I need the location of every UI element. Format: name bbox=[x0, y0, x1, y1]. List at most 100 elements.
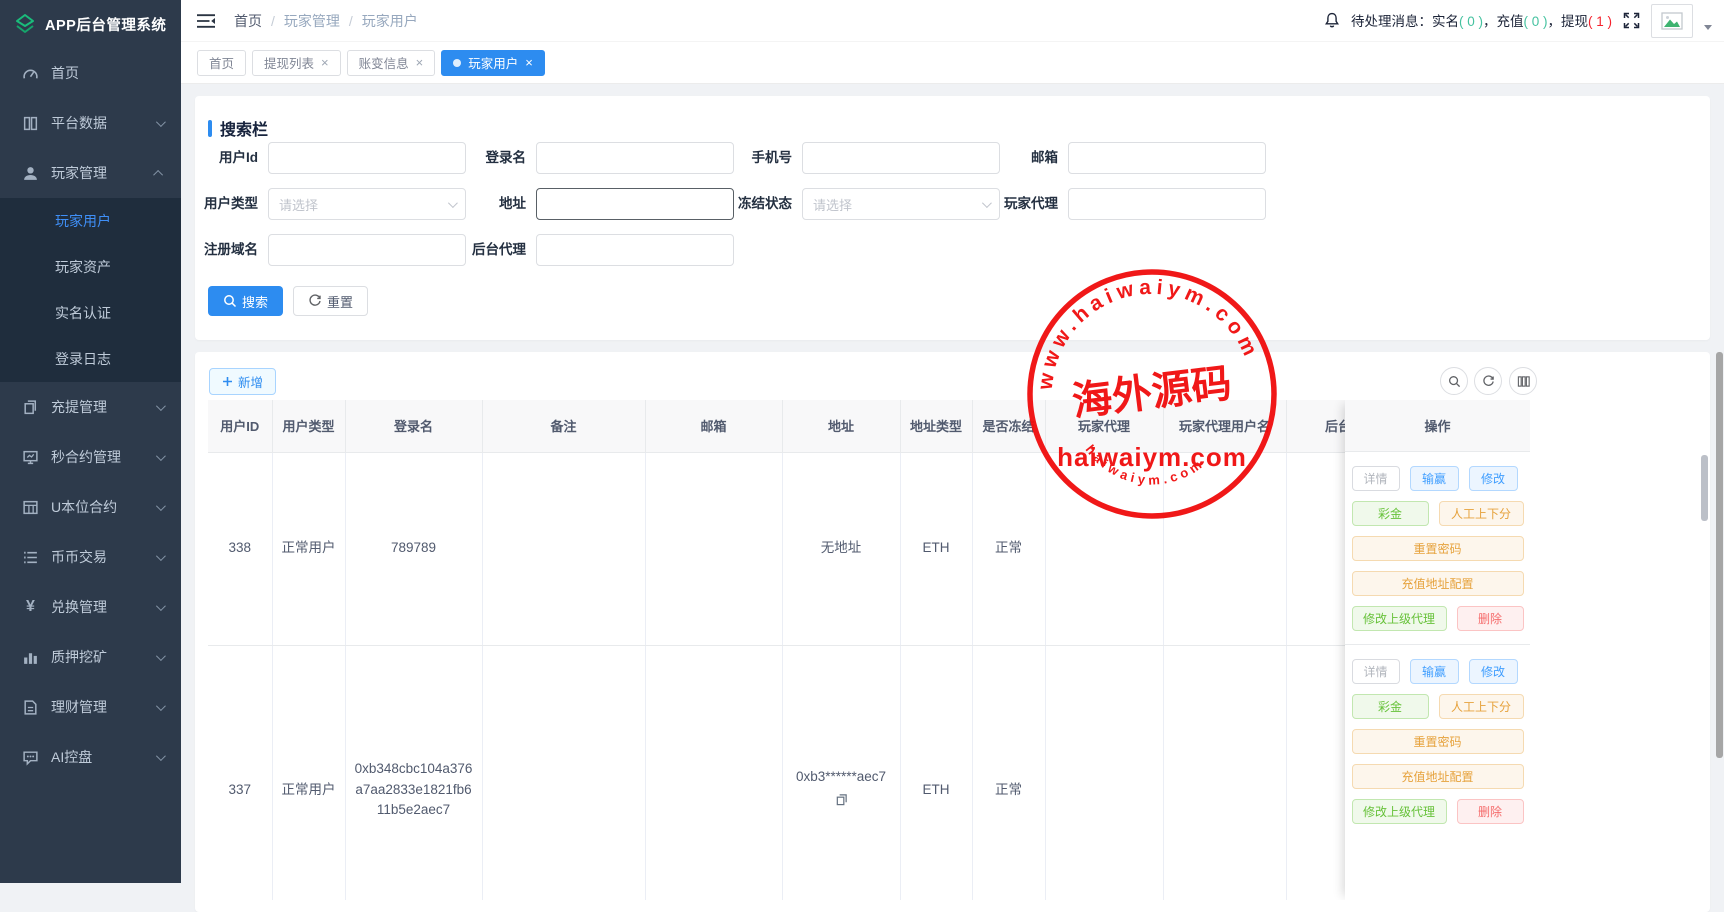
cell-email bbox=[645, 645, 782, 900]
close-icon[interactable]: × bbox=[525, 56, 533, 69]
sidebar-item-home[interactable]: 首页 bbox=[0, 48, 181, 98]
modify-button[interactable]: 修改 bbox=[1469, 466, 1518, 491]
chevron-down-icon[interactable] bbox=[1704, 25, 1712, 30]
cell-login-name: 0xb348cbc104a376a7aa2833e1821fb611b5e2ae… bbox=[345, 645, 482, 900]
tab-account-change[interactable]: 账变信息 × bbox=[347, 50, 436, 76]
col-user-id: 用户ID bbox=[208, 400, 272, 452]
close-icon[interactable]: × bbox=[321, 56, 329, 69]
change-parent-agent-button[interactable]: 修改上级代理 bbox=[1352, 799, 1447, 824]
modify-button[interactable]: 修改 bbox=[1469, 659, 1518, 684]
sidebar-item-u-contract[interactable]: U本位合约 bbox=[0, 482, 181, 532]
backend-agent-input[interactable] bbox=[536, 234, 734, 266]
breadcrumb-player-mgmt[interactable]: 玩家管理 bbox=[284, 11, 340, 31]
close-icon[interactable]: × bbox=[416, 56, 424, 69]
cell-user-id: 338 bbox=[208, 452, 272, 645]
sidebar-item-deposit-withdraw[interactable]: 充提管理 bbox=[0, 382, 181, 432]
table-search-circle-button[interactable] bbox=[1440, 367, 1468, 395]
recharge-address-button[interactable]: 充值地址配置 bbox=[1352, 571, 1524, 596]
col-address-type: 地址类型 bbox=[900, 400, 972, 452]
player-users-table: 用户ID 用户类型 登录名 备注 邮箱 地址 地址类型 是否冻结 玩家代理 玩家… bbox=[208, 400, 1417, 900]
reset-button[interactable]: 重置 bbox=[293, 286, 368, 316]
winlose-button[interactable]: 输赢 bbox=[1410, 466, 1459, 491]
col-login-name: 登录名 bbox=[345, 400, 482, 452]
withdraw-count: ( 1 ) bbox=[1588, 14, 1612, 29]
search-button[interactable]: 搜索 bbox=[208, 286, 283, 316]
field-player-agent: 玩家代理 bbox=[1068, 188, 1266, 220]
bell-icon[interactable] bbox=[1324, 12, 1340, 29]
login-name-input[interactable] bbox=[536, 142, 734, 174]
sidebar: APP后台管理系统 首页 平台数据 玩家管理 玩家用户 bbox=[0, 0, 181, 883]
add-button[interactable]: 新增 bbox=[209, 368, 276, 395]
user-id-input[interactable] bbox=[268, 142, 466, 174]
phone-input[interactable] bbox=[802, 142, 1000, 174]
bonus-button[interactable]: 彩金 bbox=[1352, 694, 1429, 719]
table-scrollbar-thumb[interactable] bbox=[1701, 455, 1708, 521]
copy-icon[interactable] bbox=[835, 793, 848, 806]
sidebar-item-second-contract[interactable]: 秒合约管理 bbox=[0, 432, 181, 482]
field-label: 冻结状态 bbox=[738, 188, 792, 220]
table-row: 337 正常用户 0xb348cbc104a376a7aa2833e1821fb… bbox=[208, 645, 1416, 900]
sidebar-item-player-assets[interactable]: 玩家资产 bbox=[0, 244, 181, 290]
add-button-label: 新增 bbox=[238, 372, 263, 391]
sidebar-item-label: 理财管理 bbox=[51, 697, 156, 717]
cell-address: 0xb3******aec7 bbox=[782, 645, 900, 900]
sidebar-item-player-mgmt[interactable]: 玩家管理 bbox=[0, 148, 181, 198]
sidebar-item-player-users[interactable]: 玩家用户 bbox=[0, 198, 181, 244]
table-columns-circle-button[interactable] bbox=[1509, 367, 1537, 395]
cell-player-agent-name bbox=[1163, 645, 1286, 900]
avatar[interactable] bbox=[1651, 4, 1693, 38]
frozen-status-select[interactable]: 请选择 bbox=[802, 188, 1000, 220]
monitor-icon bbox=[22, 449, 39, 466]
breadcrumb-player-users[interactable]: 玩家用户 bbox=[362, 11, 418, 31]
columns-icon bbox=[1517, 375, 1530, 388]
page-scrollbar[interactable] bbox=[1716, 352, 1723, 758]
user-type-select[interactable]: 请选择 bbox=[268, 188, 466, 220]
cell-user-type: 正常用户 bbox=[272, 645, 345, 900]
sidebar-item-login-log[interactable]: 登录日志 bbox=[0, 336, 181, 382]
player-agent-input[interactable] bbox=[1068, 188, 1266, 220]
search-buttons: 搜索 重置 bbox=[208, 286, 368, 316]
tab-player-users[interactable]: 玩家用户 × bbox=[441, 50, 545, 76]
select-placeholder: 请选择 bbox=[813, 195, 982, 214]
register-domain-input[interactable] bbox=[268, 234, 466, 266]
manual-adjust-button[interactable]: 人工上下分 bbox=[1439, 694, 1524, 719]
collapse-sidebar-icon[interactable] bbox=[196, 13, 216, 29]
sidebar-item-label: 币币交易 bbox=[51, 547, 156, 567]
operation-cell: 详情 输赢 修改 彩金 人工上下分 重置密码 充值地址配置 修改上级代理 删除 bbox=[1345, 645, 1530, 900]
sidebar-item-exchange-mgmt[interactable]: ¥ 兑换管理 bbox=[0, 582, 181, 632]
chevron-down-icon bbox=[156, 401, 166, 411]
table-row: 338 正常用户 789789 无地址 ETH 正常 bbox=[208, 452, 1416, 645]
detail-button[interactable]: 详情 bbox=[1352, 466, 1400, 491]
cell-login-name: 789789 bbox=[345, 452, 482, 645]
tab-home[interactable]: 首页 bbox=[197, 50, 246, 76]
sidebar-item-realname-auth[interactable]: 实名认证 bbox=[0, 290, 181, 336]
bonus-button[interactable]: 彩金 bbox=[1352, 501, 1429, 526]
recharge-address-button[interactable]: 充值地址配置 bbox=[1352, 764, 1524, 789]
delete-button[interactable]: 删除 bbox=[1457, 799, 1524, 824]
sidebar-item-platform-data[interactable]: 平台数据 bbox=[0, 98, 181, 148]
sidebar-item-staking-mining[interactable]: 质押挖矿 bbox=[0, 632, 181, 682]
sidebar-item-ai-control[interactable]: AI控盘 bbox=[0, 732, 181, 782]
manual-adjust-button[interactable]: 人工上下分 bbox=[1439, 501, 1524, 526]
breadcrumb: 首页 / 玩家管理 / 玩家用户 bbox=[234, 11, 418, 31]
breadcrumb-home[interactable]: 首页 bbox=[234, 11, 262, 31]
delete-button[interactable]: 删除 bbox=[1457, 606, 1524, 631]
reset-password-button[interactable]: 重置密码 bbox=[1352, 536, 1524, 561]
change-parent-agent-button[interactable]: 修改上级代理 bbox=[1352, 606, 1447, 631]
email-input[interactable] bbox=[1068, 142, 1266, 174]
yen-icon: ¥ bbox=[22, 599, 39, 616]
breadcrumb-separator: / bbox=[271, 13, 275, 29]
cell-address: 无地址 bbox=[782, 452, 900, 645]
detail-button[interactable]: 详情 bbox=[1352, 659, 1400, 684]
sidebar-item-coin-trade[interactable]: 币币交易 bbox=[0, 532, 181, 582]
winlose-button[interactable]: 输赢 bbox=[1410, 659, 1459, 684]
chevron-down-icon bbox=[156, 501, 166, 511]
field-label: 地址 bbox=[499, 188, 526, 220]
address-input[interactable] bbox=[536, 188, 734, 220]
table-refresh-circle-button[interactable] bbox=[1474, 367, 1502, 395]
fullscreen-icon[interactable] bbox=[1623, 12, 1640, 29]
sidebar-item-finance-mgmt[interactable]: 理财管理 bbox=[0, 682, 181, 732]
tab-withdraw-list[interactable]: 提现列表 × bbox=[252, 50, 341, 76]
broken-image-icon bbox=[1661, 12, 1683, 30]
reset-password-button[interactable]: 重置密码 bbox=[1352, 729, 1524, 754]
